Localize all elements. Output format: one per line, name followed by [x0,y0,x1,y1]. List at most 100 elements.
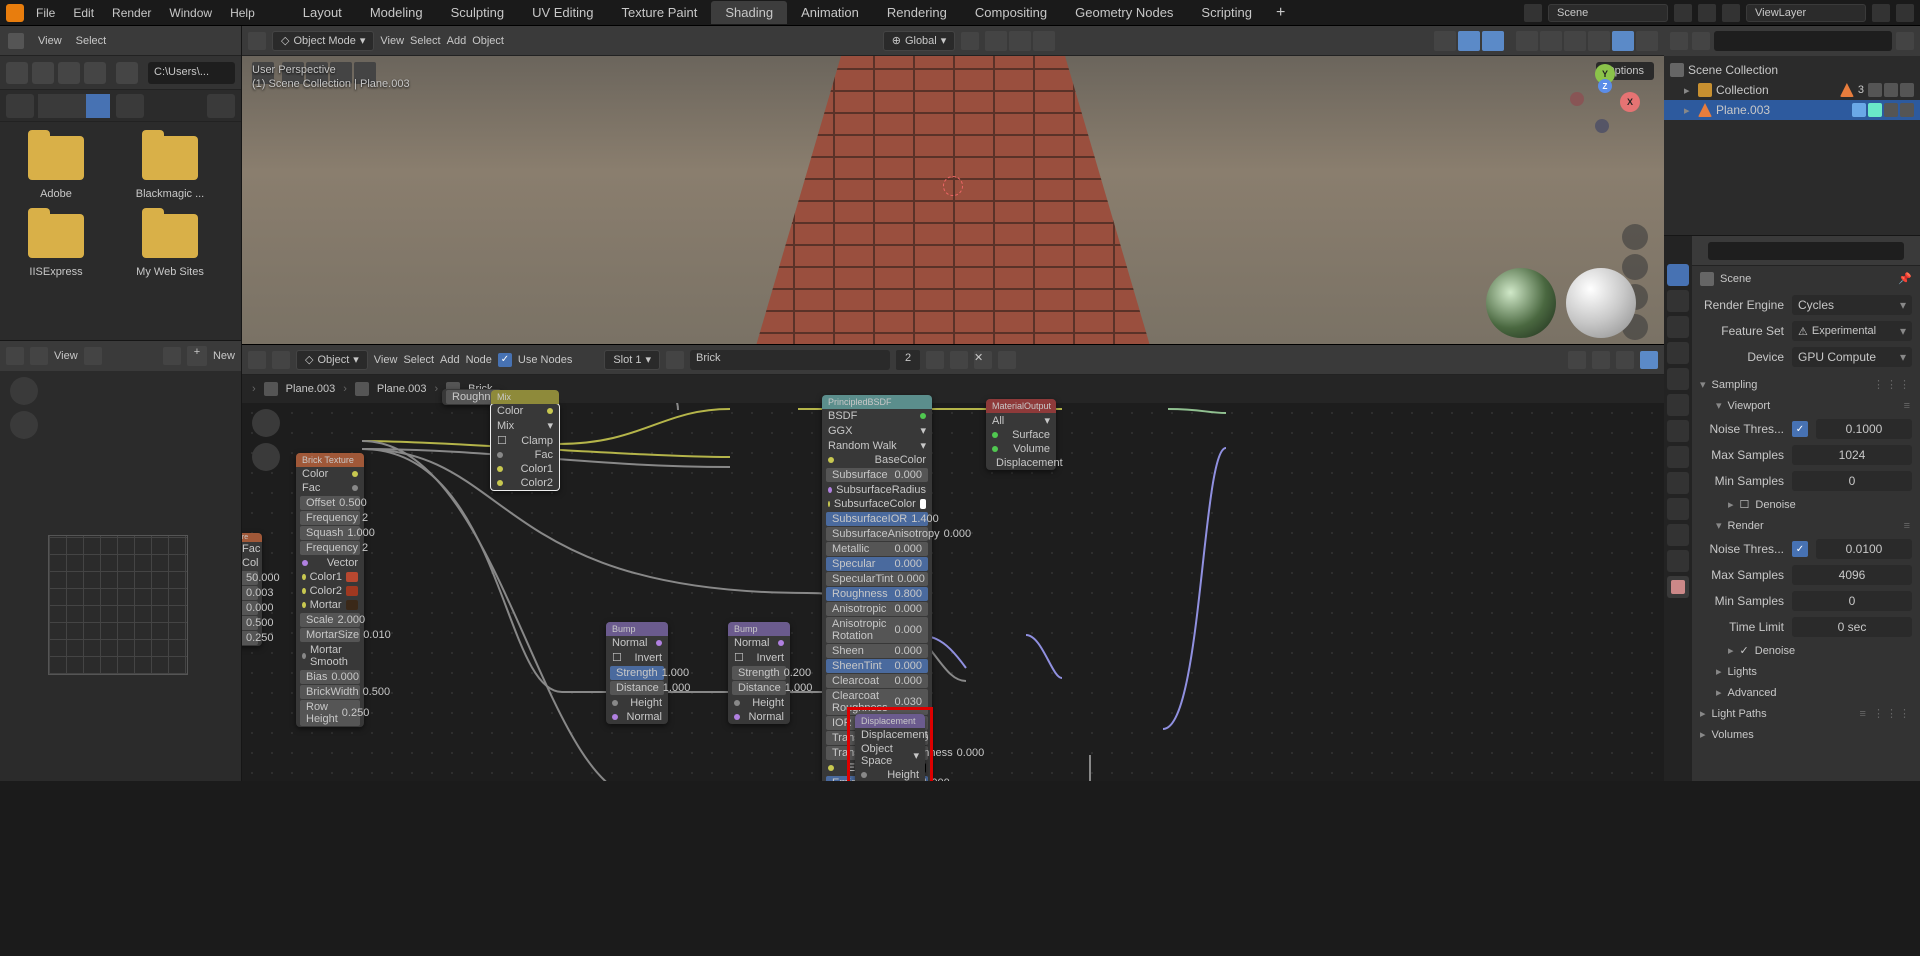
ws-layout[interactable]: Layout [289,1,356,24]
nav-up-button[interactable] [58,62,80,84]
brick-texture-node[interactable]: Brick Texture Color Fac Offset0.500 Freq… [296,453,364,727]
out-normal-socket[interactable]: Normal [606,636,668,650]
menu-file[interactable]: File [36,6,55,20]
grey-preview-sphere[interactable] [1566,268,1636,338]
squash-slider[interactable]: Squash1.000 [300,526,360,540]
pivot-button[interactable] [961,32,979,50]
snap-dropdown[interactable] [1009,31,1031,51]
brick-plane-object[interactable] [753,56,1153,344]
exclude-toggle[interactable] [1868,83,1882,97]
normal-socket[interactable]: Normal [606,710,668,724]
ne-add-menu[interactable]: Add [440,354,460,366]
clamp-checkbox[interactable]: ☐Clamp [491,433,559,448]
pin-button[interactable]: 📌 [1898,272,1912,286]
scene-tab[interactable] [1667,342,1689,364]
material-users[interactable]: 2 [896,350,920,370]
mix-node[interactable]: Mix Color Mix▾ ☐Clamp Fac Color1 Color2 [490,403,560,491]
editor-type-button[interactable] [248,351,266,369]
min-samples-field[interactable]: 0 [1792,471,1912,491]
proportional-button[interactable] [1033,31,1055,51]
basecolor-socket[interactable]: BaseColor [822,453,932,467]
vp-view-menu[interactable]: View [380,35,404,47]
pan-handle[interactable] [10,411,38,439]
menu-help[interactable]: Help [230,6,255,20]
out-normal-socket[interactable]: Normal [728,636,790,650]
3d-viewport[interactable]: Options User Perspective (1) Scene Colle… [242,56,1664,344]
scene-collection-row[interactable]: Scene Collection [1664,60,1920,80]
zoom-handle[interactable] [252,409,280,437]
subsurface-aniso-slider[interactable]: SubsurfaceAnisotropy0.000 [826,527,928,541]
anisotropic-slider[interactable]: Anisotropic0.000 [826,602,928,616]
lights-header[interactable]: ▸Lights [1716,661,1912,682]
ws-animation[interactable]: Animation [787,1,873,24]
overlay-button[interactable] [1592,351,1610,369]
ws-modeling[interactable]: Modeling [356,1,437,24]
scene-crumb[interactable]: Scene [1720,273,1751,285]
denoise-vp-header[interactable]: ▸☐Denoise [1728,494,1912,515]
delete-viewlayer-button[interactable] [1896,4,1914,22]
new-image-label[interactable]: New [213,350,235,362]
folder-item[interactable]: My Web Sites [120,214,220,278]
pin-button[interactable] [998,351,1016,369]
pan-handle[interactable] [252,443,280,471]
sampling-header[interactable]: ▾Sampling⋮⋮⋮ [1700,374,1912,395]
nav-back-button[interactable] [6,62,28,84]
new-viewlayer-button[interactable] [1872,4,1890,22]
xray-button[interactable] [1516,31,1538,51]
volume-socket[interactable]: Volume [986,442,1056,456]
ws-compositing[interactable]: Compositing [961,1,1061,24]
display-mode-button[interactable] [1692,32,1710,50]
subsurface-slider[interactable]: Subsurface0.000 [826,468,928,482]
world-tab[interactable] [1667,368,1689,390]
aniso-rotation-slider[interactable]: Anisotropic Rotation0.000 [826,617,928,643]
clearcoat-slider[interactable]: Clearcoat0.000 [826,674,928,688]
gizmo-button[interactable] [1458,31,1480,51]
engine-dropdown[interactable]: Cycles [1792,295,1912,315]
menu-render[interactable]: Render [112,6,151,20]
featureset-dropdown[interactable]: ⚠Experimental [1792,321,1912,341]
axis-neg-x[interactable] [1570,92,1584,106]
render-sampling-header[interactable]: ▾Render≡ [1716,515,1912,536]
speculartint-slider[interactable]: SpecularTint0.000 [826,572,928,586]
nav-newfolder-button[interactable] [116,62,138,84]
vp-add-menu[interactable]: Add [447,35,467,47]
collection-row[interactable]: ▸ Collection 3 [1664,80,1920,100]
disable-toggle[interactable] [1900,103,1914,117]
constraint-tab[interactable] [1667,498,1689,520]
node-editor[interactable]: ◇Object▾ View Select Add Node ✓ Use Node… [242,344,1664,781]
plane-object-row[interactable]: ▸ Plane.003 [1664,100,1920,120]
object-visibility-button[interactable] [1434,31,1456,51]
ne-node-menu[interactable]: Node [466,354,492,366]
node-header[interactable]: ure [242,533,262,542]
display-list-button[interactable] [38,94,62,118]
viewlayer-name-field[interactable]: ViewLayer [1746,4,1866,22]
height-socket[interactable]: Height [855,768,925,781]
max-samples-field[interactable]: 4096 [1792,565,1912,585]
shader-mode-dropdown[interactable]: ◇Object▾ [296,350,368,370]
interaction-mode-dropdown[interactable]: ◇Object Mode▾ [272,31,374,51]
fac-socket[interactable]: Fac [491,448,559,462]
max-samples-field[interactable]: 1024 [1792,445,1912,465]
noise-threshold-checkbox[interactable]: ✓ [1792,421,1808,437]
shading-material-button[interactable] [1588,31,1610,51]
particle-tab[interactable] [1667,446,1689,468]
transform-orientation-dropdown[interactable]: ⊕Global▾ [883,31,956,51]
height-socket[interactable]: Height [606,696,668,710]
unlink-material-button[interactable]: ✕ [974,351,992,369]
zoom-button[interactable] [1622,224,1648,250]
bc-mesh[interactable]: Plane.003 [377,383,427,395]
ws-scripting[interactable]: Scripting [1187,1,1266,24]
modifier-tab[interactable] [1667,420,1689,442]
bias-slider[interactable]: Bias0.000 [300,670,360,684]
display-size-button[interactable] [116,94,144,118]
out-fac-socket[interactable]: Fac [296,481,364,495]
display-thumbnails-button[interactable] [86,94,110,118]
space-dropdown[interactable]: Object Space▾ [855,742,925,768]
blend-dropdown[interactable]: Mix▾ [491,418,559,433]
editor-type-button[interactable] [6,347,24,365]
snap-button[interactable] [1568,351,1586,369]
metallic-slider[interactable]: Metallic0.000 [826,542,928,556]
vector-socket[interactable]: Vector [296,556,364,570]
normal-socket[interactable]: Normal [728,710,790,724]
delete-scene-button[interactable] [1698,4,1716,22]
